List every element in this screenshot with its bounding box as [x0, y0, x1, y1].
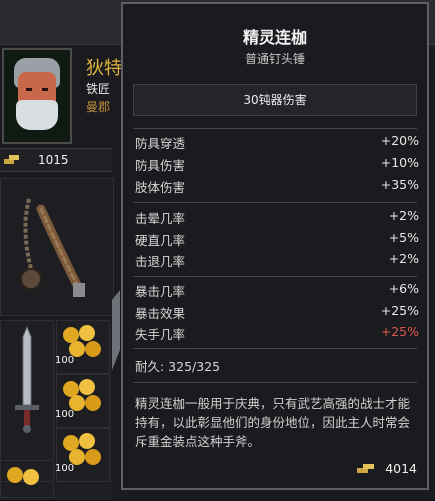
coin-stack-icon: [357, 464, 374, 473]
money-amount: 1015: [38, 153, 69, 167]
coin-count: 100: [55, 409, 75, 420]
stat-label: 暴击几率: [135, 284, 186, 299]
character-portrait[interactable]: [2, 48, 72, 144]
sword-icon: [15, 325, 39, 433]
portrait-eye: [26, 88, 32, 91]
flail-icon: [20, 198, 85, 297]
stat-label: 击退几率: [135, 254, 186, 269]
divider: [133, 202, 417, 203]
stat-value: +2%: [388, 208, 419, 223]
gold-coins-icon: [7, 467, 39, 485]
stat-row: 暴击几率 +6%: [135, 281, 419, 299]
divider: [133, 128, 417, 129]
coin-stack-icon: [4, 155, 19, 164]
item-name: 精灵连枷: [242, 28, 307, 47]
stat-label: 肢体伤害: [135, 180, 186, 195]
stat-label: 防具穿透: [135, 136, 186, 151]
stat-value: +35%: [380, 177, 419, 192]
durability: 耐久: 325/325: [135, 359, 221, 374]
stat-value: +2%: [388, 251, 419, 266]
damage-value: 30钝器伤害: [243, 93, 307, 107]
character-town: 曼郡: [86, 100, 111, 114]
stat-value: +6%: [388, 281, 419, 296]
stat-value: +20%: [380, 133, 419, 148]
stat-row: 击退几率 +2%: [135, 251, 419, 269]
portrait-eye: [42, 88, 48, 91]
inventory-slot-coins[interactable]: 100: [55, 374, 110, 428]
stat-row: 暴击效果 +25%: [135, 303, 419, 321]
damage-box: 30钝器伤害: [133, 84, 417, 116]
inventory-slot-coins[interactable]: [0, 460, 54, 498]
stat-label: 失手几率: [135, 327, 186, 342]
stat-label: 暴击效果: [135, 306, 186, 321]
coin-count: 100: [55, 355, 75, 366]
stat-row: 失手几率 +25%: [135, 324, 419, 342]
stat-value-negative: +25%: [380, 324, 419, 339]
item-description: 精灵连枷一般用于庆典，只有武艺高强的战士才能持有，以此彰显他们的身份地位，因此主…: [135, 396, 411, 449]
item-type: 普通钉头锤: [244, 52, 305, 66]
stat-row: 硬直几率 +5%: [135, 230, 419, 248]
inventory-slot-sword[interactable]: [0, 320, 54, 482]
stat-row: 防具伤害 +10%: [135, 155, 419, 173]
item-tooltip: 精灵连枷 普通钉头锤 30钝器伤害 防具穿透 +20% 防具伤害 +10% 肢体…: [121, 2, 429, 490]
character-job: 铁匠: [86, 82, 111, 96]
stat-row: 击晕几率 +2%: [135, 208, 419, 226]
inventory-slot-coins[interactable]: 100: [55, 428, 110, 482]
stat-row: 防具穿透 +20%: [135, 133, 419, 151]
price-value: 4014: [385, 461, 417, 476]
divider: [133, 348, 417, 349]
divider: [133, 276, 417, 277]
stat-label: 防具伤害: [135, 158, 186, 173]
stat-value: +10%: [380, 155, 419, 170]
inventory-slot-coins[interactable]: 100: [55, 320, 110, 374]
money-bar: 1015: [0, 148, 112, 172]
item-price: 4014: [357, 461, 417, 476]
stat-label: 击晕几率: [135, 211, 186, 226]
inventory-grid: 100 100 100: [0, 320, 112, 500]
stat-value: +25%: [380, 303, 419, 318]
equipped-weapon-slot[interactable]: [0, 178, 114, 316]
character-name: 狄特: [86, 58, 122, 79]
coin-count: 100: [55, 463, 75, 474]
divider: [133, 382, 417, 383]
stat-value: +5%: [388, 230, 419, 245]
stat-row: 肢体伤害 +35%: [135, 177, 419, 195]
portrait-beard: [16, 100, 58, 130]
stat-label: 硬直几率: [135, 233, 186, 248]
